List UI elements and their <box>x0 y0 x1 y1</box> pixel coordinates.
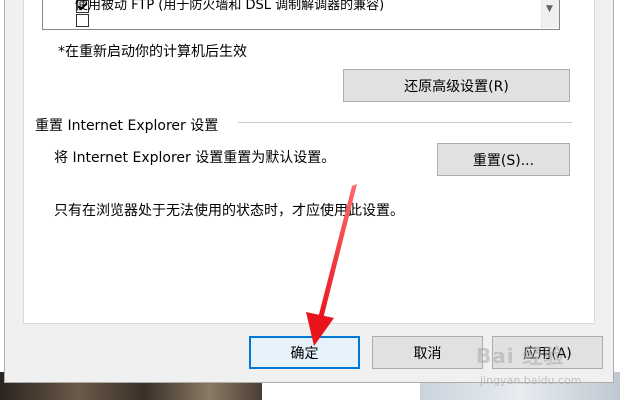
restart-note: *在重新启动你的计算机后生效 <box>58 44 247 60</box>
list-item-checkbox[interactable] <box>76 14 89 27</box>
advanced-settings-list[interactable]: 使用被动 FTP (用于防火墙和 DSL 调制解调器的兼容) ▼ <box>42 0 560 30</box>
ok-button[interactable]: 确定 <box>249 336 360 369</box>
section-divider <box>238 122 572 123</box>
reset-button[interactable]: 重置(S)... <box>437 143 570 176</box>
cancel-button[interactable]: 取消 <box>372 336 483 369</box>
list-scrollbar[interactable]: ▼ <box>541 0 559 28</box>
restore-advanced-settings-button[interactable]: 还原高级设置(R) <box>343 69 570 102</box>
scroll-down-arrow-icon[interactable]: ▼ <box>546 4 553 14</box>
list-item[interactable]: 使用被动 FTP (用于防火墙和 DSL 调制解调器的兼容) <box>75 0 384 13</box>
reset-description: 将 Internet Explorer 设置重置为默认设置。 <box>54 150 336 166</box>
baidu-watermark-url: jingyan.baidu.com <box>480 374 582 387</box>
baidu-watermark-logo: Bai 经验 <box>476 344 565 368</box>
reset-warning: 只有在浏览器处于无法使用的状态时，才应使用此设置。 <box>54 203 404 219</box>
reset-section-heading: 重置 Internet Explorer 设置 <box>35 118 219 134</box>
